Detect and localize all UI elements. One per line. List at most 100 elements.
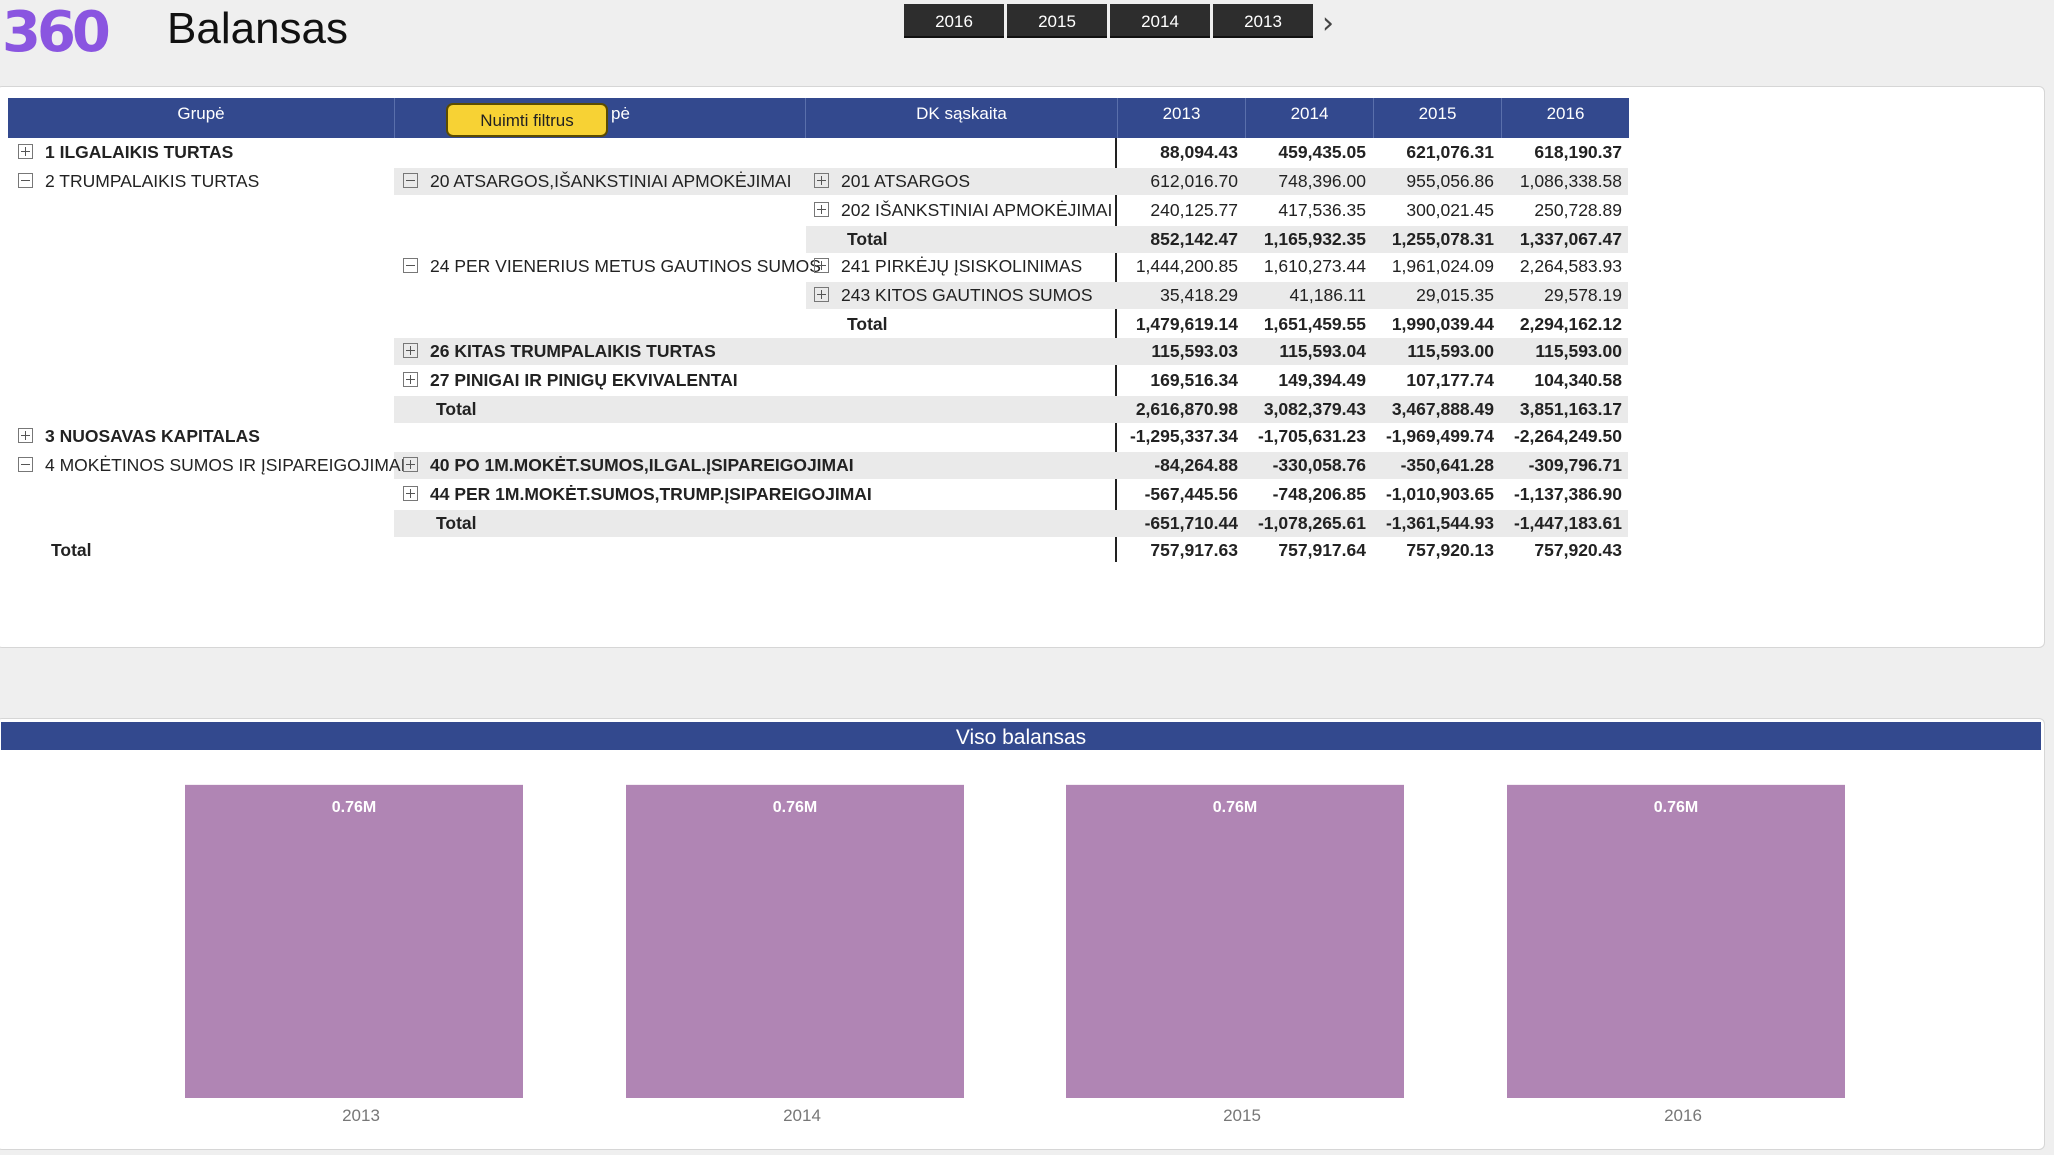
chart-panel [0,718,2045,1150]
account-label-text: 201 ATSARGOS [841,171,971,191]
group-label-text: 2 TRUMPALAIKIS TURTAS [45,171,260,191]
expand-icon[interactable] [403,457,418,473]
cell-value-2014: 149,394.49 [1278,370,1366,390]
group-label-text: 3 NUOSAVAS KAPITALAS [45,426,260,446]
expand-icon[interactable] [18,428,33,444]
cell-value-2013: 115,593.03 [1151,341,1238,361]
cell-value-2016: 115,593.00 [1535,341,1622,361]
cell-value-2014: -748,206.85 [1272,484,1366,504]
cell-value-2014: 1,165,932.35 [1263,229,1366,249]
page-title: Balansas [167,4,349,53]
bar-data-label: 0.76M [331,798,377,816]
year-chip-2015[interactable]: 2015 [1007,4,1107,38]
cell-value-2014: 757,917.64 [1278,540,1366,560]
cell-value-2016: -2,264,249.50 [1513,426,1622,446]
cell-value-2013: -567,445.56 [1144,484,1238,504]
cell-value-2015: -1,361,544.93 [1385,513,1494,533]
cell-value-2014: 417,536.35 [1278,200,1366,220]
bar-data-label: 0.76M [1653,798,1699,816]
subgroup-row-label: 44 PER 1M.MOKĖT.SUMOS,TRUMP.ĮSIPAREIGOJI… [403,481,872,508]
cell-value-2016: 2,294,162.12 [1519,314,1622,334]
cell-value-2013: 612,016.70 [1150,171,1238,191]
subgroup-label-text: 40 PO 1M.MOKĖT.SUMOS,ILGAL.ĮSIPAREIGOJIM… [430,455,854,475]
subgroup-row-label: 40 PO 1M.MOKĖT.SUMOS,ILGAL.ĮSIPAREIGOJIM… [403,452,854,479]
col-header-2013[interactable]: 2013 [1118,98,1246,138]
chevron-right-icon[interactable]: › [1322,6,1334,41]
cell-value-2015: 1,961,024.09 [1391,256,1494,276]
subgroup-label-text: 24 PER VIENERIUS METUS GAUTINOS SUMOS [430,256,821,276]
cell-value-2013: -1,295,337.34 [1129,426,1238,446]
group-label-text: Total [51,540,92,560]
subgroup-row-label: Total [436,510,477,537]
collapse-icon[interactable] [18,457,33,473]
expand-icon[interactable] [814,287,829,303]
expand-icon[interactable] [18,144,33,160]
cell-value-2013: -651,710.44 [1144,513,1238,533]
cell-value-2016: 250,728.89 [1534,200,1622,220]
subgroup-label-text: Total [436,513,477,533]
x-tick-label: 2014 [783,1106,821,1125]
logo-text: 360 [2,0,111,65]
expand-icon[interactable] [403,486,418,502]
subgroup-row-label: Total [436,396,477,423]
expand-icon[interactable] [814,173,829,189]
x-tick-label: 2016 [1664,1106,1702,1125]
account-row-label: 241 PIRKĖJŲ ĮSISKOLINIMAS [814,253,1082,280]
cell-value-2016: -309,796.71 [1528,455,1622,475]
cell-value-2013: 1,444,200.85 [1135,256,1238,276]
clear-filters-button[interactable]: Nuimti filtrus [446,103,608,137]
x-tick-label: 2013 [342,1106,380,1125]
cell-value-2013: 35,418.29 [1160,285,1238,305]
year-chip-2016[interactable]: 2016 [904,4,1004,38]
account-row-label: Total [847,311,888,338]
cell-value-2013: 852,142.47 [1150,229,1238,249]
cell-value-2016: 1,337,067.47 [1519,229,1622,249]
group-row-label: 1 ILGALAIKIS TURTAS [18,139,233,166]
year-chip-2014[interactable]: 2014 [1110,4,1210,38]
cell-value-2015: -350,641.28 [1400,455,1494,475]
subgroup-row-label: 24 PER VIENERIUS METUS GAUTINOS SUMOS [403,253,821,280]
group-label-text: 1 ILGALAIKIS TURTAS [45,142,234,162]
expand-icon[interactable] [403,343,418,359]
cell-value-2016: -1,447,183.61 [1513,513,1622,533]
cell-value-2013: 88,094.43 [1160,142,1238,162]
col-header-group[interactable]: Grupė [8,98,395,138]
cell-value-2014: 1,610,273.44 [1263,256,1366,276]
subgroup-row-label: 27 PINIGAI IR PINIGŲ EKVIVALENTAI [403,367,738,394]
cell-value-2014: 3,082,379.43 [1263,399,1366,419]
expand-icon[interactable] [814,258,829,274]
col-header-2014[interactable]: 2014 [1246,98,1374,138]
account-row-label: Total [847,226,888,253]
account-row-label: 243 KITOS GAUTINOS SUMOS [814,282,1093,309]
account-label-text: 243 KITOS GAUTINOS SUMOS [841,285,1093,305]
account-row-label: 201 ATSARGOS [814,168,970,195]
x-tick-label: 2015 [1223,1106,1261,1125]
year-chip-2013[interactable]: 2013 [1213,4,1313,38]
bar-data-label: 0.76M [1212,798,1258,816]
cell-value-2013: -84,264.88 [1154,455,1238,475]
subgroup-row-label: 20 ATSARGOS,IŠANKSTINIAI APMOKĖJIMAI [403,168,791,195]
col-header-2015[interactable]: 2015 [1374,98,1502,138]
cell-value-2015: 1,255,078.31 [1391,229,1494,249]
bar-data-label: 0.76M [772,798,818,816]
collapse-icon[interactable] [18,173,33,189]
expand-icon[interactable] [403,372,418,388]
cell-value-2014: -330,058.76 [1272,455,1366,475]
cell-value-2015: -1,969,499.74 [1385,426,1494,446]
grand-total-row-label: Total [51,537,92,564]
account-label-text: Total [847,314,888,334]
cell-value-2016: 29,578.19 [1544,285,1622,305]
group-row-label: 3 NUOSAVAS KAPITALAS [18,423,260,450]
cell-value-2013: 240,125.77 [1150,200,1238,220]
collapse-icon[interactable] [403,258,418,274]
col-header-account[interactable]: DK sąskaita [806,98,1118,138]
cell-value-2015: 107,177.74 [1406,370,1494,390]
col-header-2016[interactable]: 2016 [1502,98,1629,138]
cell-value-2015: 621,076.31 [1406,142,1494,162]
collapse-icon[interactable] [403,173,418,189]
cell-value-2013: 1,479,619.14 [1135,314,1238,334]
cell-value-2016: 618,190.37 [1534,142,1622,162]
group-row-label: 2 TRUMPALAIKIS TURTAS [18,168,259,195]
cell-value-2013: 2,616,870.98 [1135,399,1238,419]
expand-icon[interactable] [814,202,829,218]
